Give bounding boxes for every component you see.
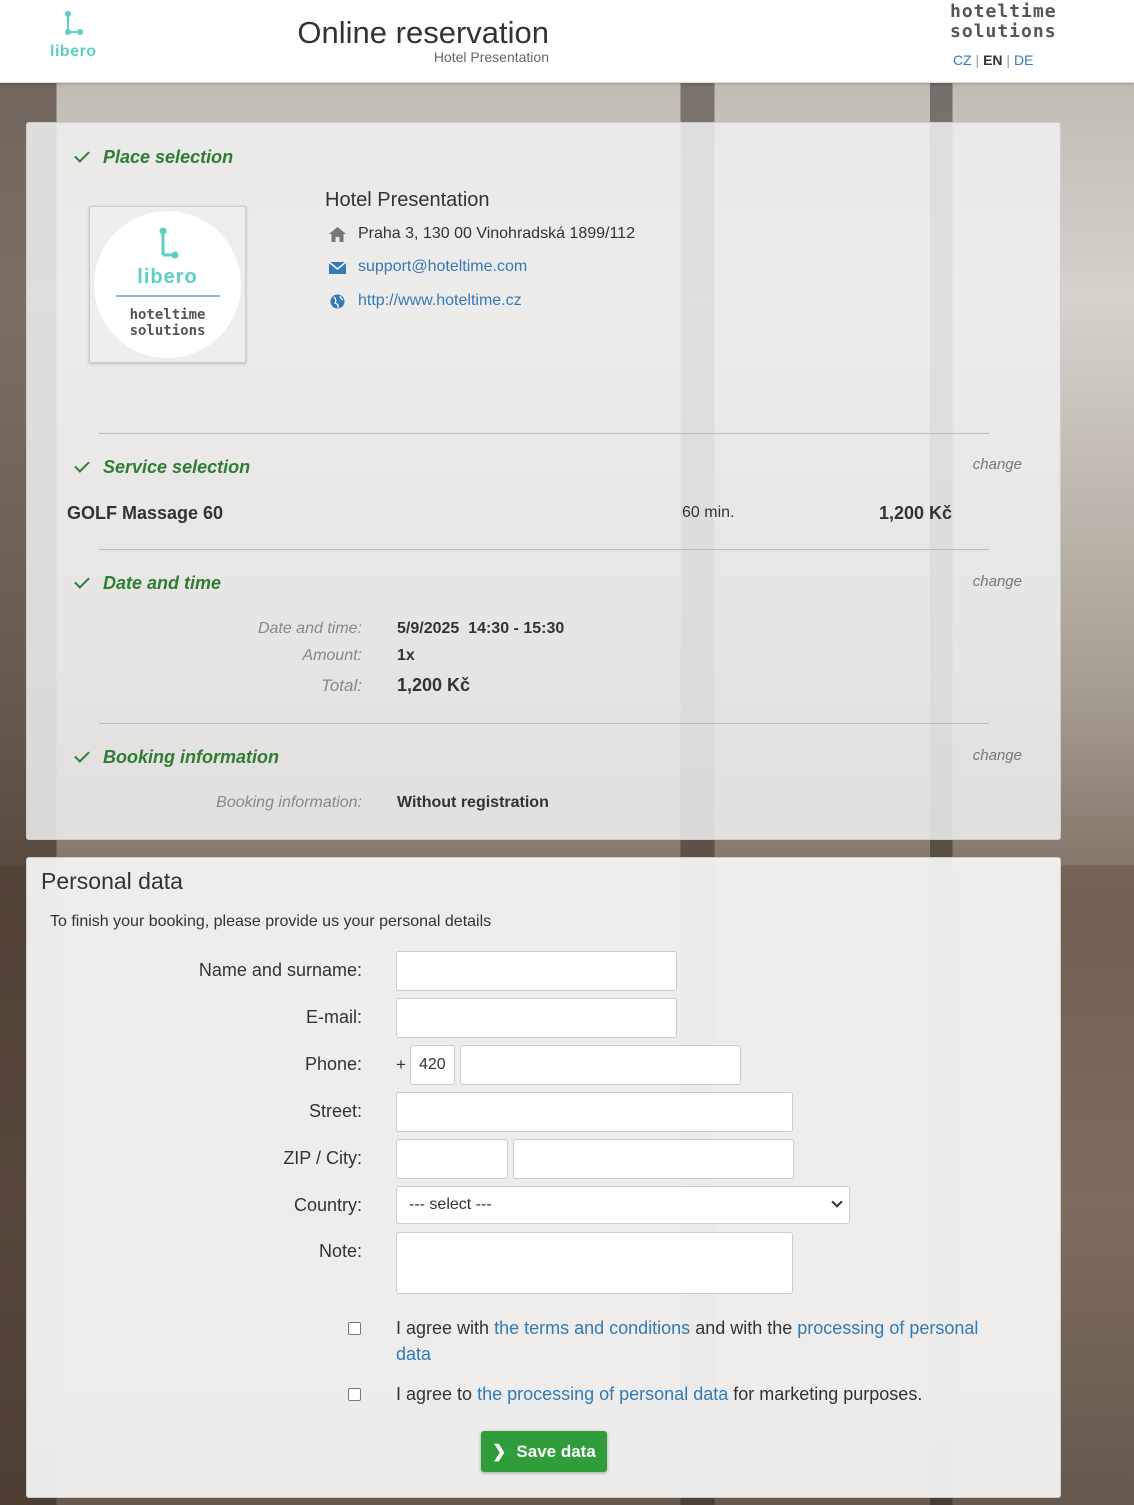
header: libero Online reservation Hotel Presenta… bbox=[0, 0, 1134, 83]
email-input[interactable] bbox=[396, 998, 677, 1038]
hotel-logo: libero hoteltime solutions bbox=[89, 206, 246, 363]
check-icon bbox=[74, 147, 90, 163]
reservation-summary-panel: Place selection libero hoteltime solution… bbox=[26, 122, 1061, 840]
brand-line-1: hoteltime bbox=[950, 1, 1057, 22]
home-icon bbox=[329, 226, 346, 242]
brand-line-2: solutions bbox=[950, 21, 1057, 42]
country-label: Country: bbox=[293, 1195, 362, 1215]
personal-data-title: Personal data bbox=[41, 868, 183, 894]
address-text: Praha 3, 130 00 Vinohradská 1899/112 bbox=[358, 225, 635, 242]
terms-checkbox[interactable] bbox=[348, 1322, 361, 1335]
save-data-button[interactable]: ❯ Save data bbox=[481, 1431, 607, 1472]
booking-info-value: Without registration bbox=[397, 794, 549, 811]
email-label: E-mail: bbox=[305, 1007, 362, 1027]
place-selection-heading: Place selection bbox=[74, 147, 233, 168]
logo-libero-text: libero bbox=[137, 266, 198, 288]
total-value: 1,200 Kč bbox=[397, 675, 471, 695]
envelope-icon bbox=[329, 260, 346, 274]
service-price: 1,200 Kč bbox=[879, 503, 953, 523]
globe-icon bbox=[330, 294, 345, 308]
chevron-right-icon: ❯ bbox=[492, 1442, 507, 1461]
phone-label: Phone: bbox=[304, 1054, 362, 1074]
libero-logo-text: libero bbox=[50, 43, 97, 60]
page-subtitle: Hotel Presentation bbox=[433, 49, 549, 65]
logo-hoteltime-text: hoteltime solutions bbox=[115, 295, 220, 339]
check-icon bbox=[74, 573, 90, 589]
hotel-email: support@hoteltime.com bbox=[329, 258, 527, 276]
date-time-heading: Date and time bbox=[74, 573, 221, 594]
marketing-privacy-link[interactable]: the processing of personal data bbox=[477, 1384, 728, 1404]
amount-value: 1x bbox=[397, 647, 415, 664]
chevron-down-icon bbox=[831, 1196, 843, 1208]
personal-data-panel: Personal data To finish your booking, pl… bbox=[26, 857, 1061, 1498]
change-booking-link[interactable]: change bbox=[973, 747, 1022, 764]
page-title: Online reservation bbox=[297, 15, 549, 50]
street-input[interactable] bbox=[396, 1092, 793, 1132]
zip-input[interactable] bbox=[396, 1139, 508, 1179]
date-value: 5/9/2025 14:30 - 15:30 bbox=[397, 620, 565, 637]
amount-label: Amount: bbox=[302, 647, 362, 664]
lang-de[interactable]: DE bbox=[1014, 52, 1033, 68]
terms-agreement-text: I agree with the terms and conditions an… bbox=[396, 1318, 979, 1364]
website-link[interactable]: http://www.hoteltime.cz bbox=[358, 292, 522, 310]
divider bbox=[99, 433, 989, 434]
date-label: Date and time: bbox=[257, 620, 362, 637]
zip-city-label: ZIP / City: bbox=[283, 1148, 362, 1168]
divider bbox=[99, 723, 989, 724]
change-date-link[interactable]: change bbox=[973, 573, 1022, 590]
page-title-block: Online reservation Hotel Presentation bbox=[297, 15, 549, 65]
hotel-address: Praha 3, 130 00 Vinohradská 1899/112 bbox=[329, 225, 635, 243]
libero-logo-icon bbox=[65, 11, 84, 35]
lang-en[interactable]: EN bbox=[983, 52, 1002, 68]
booking-info-heading: Booking information bbox=[74, 747, 279, 768]
note-textarea[interactable] bbox=[396, 1232, 793, 1294]
personal-data-intro: To finish your booking, please provide u… bbox=[50, 913, 492, 930]
hoteltime-solutions-logo[interactable]: hoteltime solutions bbox=[950, 2, 1057, 42]
terms-link[interactable]: the terms and conditions bbox=[494, 1318, 690, 1338]
service-duration: 60 min. bbox=[682, 504, 735, 521]
libero-logo-icon bbox=[159, 227, 178, 259]
service-selection-heading: Service selection bbox=[74, 457, 250, 478]
change-service-link[interactable]: change bbox=[973, 456, 1022, 473]
service-name: GOLF Massage 60 bbox=[67, 503, 224, 523]
language-switcher: CZ | EN | DE bbox=[953, 52, 1034, 68]
hotel-name: Hotel Presentation bbox=[325, 189, 490, 211]
name-input[interactable] bbox=[396, 951, 677, 991]
phone-prefix-input[interactable]: 420 bbox=[410, 1045, 455, 1085]
marketing-agreement-text: I agree to the processing of personal da… bbox=[396, 1384, 923, 1404]
booking-info-label: Booking information: bbox=[216, 794, 362, 811]
hotel-website: http://www.hoteltime.cz bbox=[329, 292, 522, 310]
check-icon bbox=[74, 457, 90, 473]
note-label: Note: bbox=[318, 1241, 362, 1261]
divider bbox=[99, 549, 989, 550]
city-input[interactable] bbox=[513, 1139, 794, 1179]
name-label: Name and surname: bbox=[198, 960, 362, 980]
street-label: Street: bbox=[308, 1101, 362, 1121]
lang-cz[interactable]: CZ bbox=[953, 52, 972, 68]
marketing-checkbox[interactable] bbox=[348, 1388, 361, 1401]
libero-logo[interactable]: libero bbox=[50, 10, 97, 61]
check-icon bbox=[74, 747, 90, 763]
phone-input[interactable] bbox=[460, 1045, 741, 1085]
country-select[interactable]: --- select --- bbox=[396, 1186, 850, 1224]
total-label: Total: bbox=[321, 676, 362, 695]
phone-plus: + bbox=[396, 1055, 406, 1074]
email-link[interactable]: support@hoteltime.com bbox=[358, 258, 527, 276]
